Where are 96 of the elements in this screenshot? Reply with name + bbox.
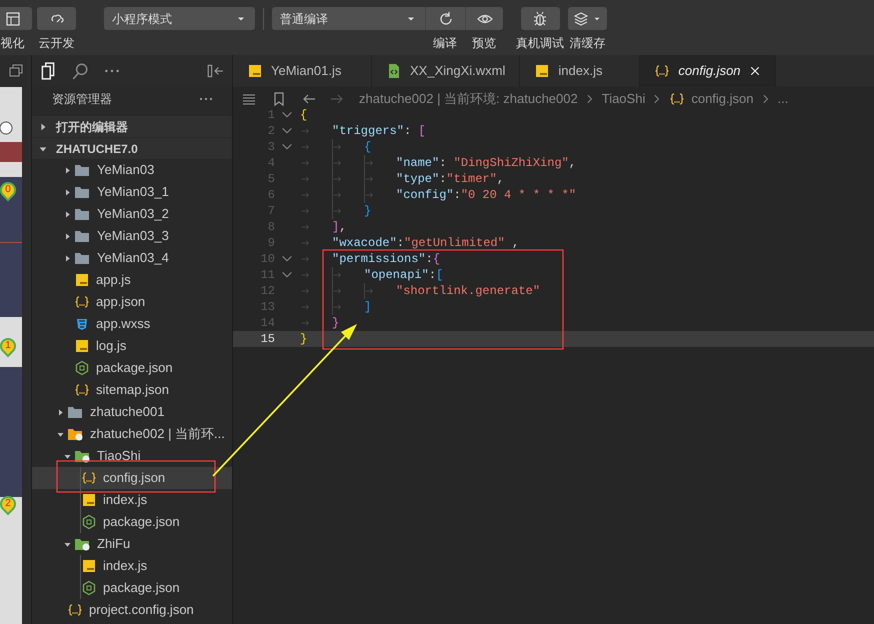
compile-button[interactable] <box>425 7 465 30</box>
braces-icon <box>67 602 83 618</box>
editor-tab[interactable]: config.json <box>640 55 776 87</box>
bug-icon <box>532 10 548 26</box>
code-line: "wxacode":"getUnlimited" , <box>332 235 520 251</box>
file-item[interactable]: package.json <box>32 357 232 379</box>
code-line: } <box>364 203 372 219</box>
section-header[interactable]: ZHATUCHE7.0 <box>32 138 232 159</box>
code-line: { <box>300 107 308 123</box>
folder-icon <box>74 184 91 200</box>
code-line: "shortlink.generate" <box>396 283 540 299</box>
hexagon-icon <box>81 580 97 596</box>
folder-item[interactable]: YeMian03_3 <box>32 225 232 247</box>
toolbar-label: 视化 <box>0 35 24 51</box>
code-line: "openapi":[ <box>364 267 444 283</box>
code-line: "config":"0 20 4 * * * *" <box>396 187 576 203</box>
close-icon[interactable] <box>748 65 761 77</box>
panel-title: 资源管理器 <box>52 90 112 108</box>
file-item[interactable]: log.js <box>32 335 232 357</box>
braces-icon <box>74 382 90 398</box>
folder-item[interactable]: ZhiFu <box>32 533 232 555</box>
file-item[interactable]: index.js <box>32 555 232 577</box>
folder-item[interactable]: YeMian03_4 <box>32 247 232 269</box>
file-item[interactable]: sitemap.json <box>32 379 232 401</box>
toolbar-label: 真机调试 <box>516 35 564 51</box>
refresh-icon <box>438 10 454 26</box>
open-folder-icon <box>67 426 84 442</box>
js-file-icon <box>534 63 550 79</box>
js-file-icon <box>81 492 97 508</box>
file-item[interactable]: app.js <box>32 269 232 291</box>
js-file-icon <box>247 63 263 79</box>
mode-select[interactable]: 小程序模式 <box>104 7 255 30</box>
open-folder-icon <box>74 536 91 552</box>
cloud-button[interactable] <box>37 7 76 30</box>
code-line: ], <box>332 219 346 235</box>
file-item[interactable]: package.json <box>32 577 232 599</box>
layers-icon <box>573 10 589 26</box>
braces-icon <box>654 63 670 79</box>
code-line: "name": "DingShiZhiXing", <box>396 155 576 171</box>
file-item[interactable]: index.js <box>32 489 232 511</box>
search-icon[interactable] <box>71 62 89 80</box>
folder-icon <box>74 228 91 244</box>
select-value: 小程序模式 <box>112 10 172 28</box>
line-number: 15 <box>260 331 275 347</box>
file-item[interactable]: config.json <box>32 467 232 489</box>
files-icon[interactable] <box>39 62 57 80</box>
js-file-icon <box>74 338 90 354</box>
select-value: 普通编译 <box>280 10 328 28</box>
js-file-icon <box>81 558 97 574</box>
code-line: "type":"timer", <box>396 171 504 187</box>
layout-button[interactable] <box>0 7 32 30</box>
breadcrumb-item[interactable]: TiaoShi <box>602 88 646 108</box>
toolbar-label: 清缓存 <box>570 35 606 51</box>
folder-item[interactable]: YeMian03_2 <box>32 203 232 225</box>
folder-item[interactable]: TiaoShi <box>32 445 232 467</box>
toolbar-label: 编译 <box>433 35 457 51</box>
code-line: } <box>300 331 308 347</box>
file-item[interactable]: app.json <box>32 291 232 313</box>
file-item[interactable]: package.json <box>32 511 232 533</box>
layout-icon <box>4 10 20 26</box>
folder-item[interactable]: zhatuche001 <box>32 401 232 423</box>
file-item[interactable]: project.config.json <box>32 599 232 621</box>
braces-icon <box>669 90 686 106</box>
code-line: "triggers": [ <box>332 123 426 139</box>
folder-icon <box>74 250 91 266</box>
breadcrumb-item[interactable]: config.json <box>691 88 754 108</box>
css-file-icon <box>74 316 90 332</box>
section-header[interactable]: 打开的编辑器 <box>32 116 232 137</box>
folder-icon <box>67 404 84 420</box>
window-icon <box>8 63 24 79</box>
code-file-icon <box>386 63 402 79</box>
clear-cache-button[interactable] <box>568 7 607 30</box>
breadcrumb-item[interactable]: ... <box>778 88 788 108</box>
preview-button[interactable] <box>465 7 503 30</box>
file-item[interactable]: app.wxss <box>32 313 232 335</box>
collapse-panel-icon[interactable] <box>206 62 224 80</box>
folder-item[interactable]: YeMian03_1 <box>32 181 232 203</box>
braces-icon <box>81 470 97 486</box>
open-folder-icon <box>74 448 91 464</box>
toolbar-label: 预览 <box>472 35 496 51</box>
folder-item[interactable]: YeMian03 <box>32 159 232 181</box>
folder-icon <box>74 206 91 222</box>
folder-icon <box>74 162 91 178</box>
hexagon-icon <box>74 360 90 376</box>
hexagon-icon <box>81 514 97 530</box>
compile-select[interactable]: 普通编译 <box>272 7 425 30</box>
code-line: "permissions":{ <box>332 251 440 267</box>
folder-item[interactable]: zhatuche002 | 当前环... <box>32 423 232 445</box>
breadcrumb-item[interactable]: zhatuche002 | 当前环境: zhatuche002 <box>359 88 578 108</box>
bug-button[interactable] <box>520 7 560 30</box>
code-line: ] <box>364 299 372 315</box>
code-line: { <box>364 139 372 155</box>
braces-icon <box>74 294 90 310</box>
toolbar-label: 云开发 <box>38 35 74 51</box>
code-line: } <box>332 315 340 331</box>
js-file-icon <box>74 272 90 288</box>
